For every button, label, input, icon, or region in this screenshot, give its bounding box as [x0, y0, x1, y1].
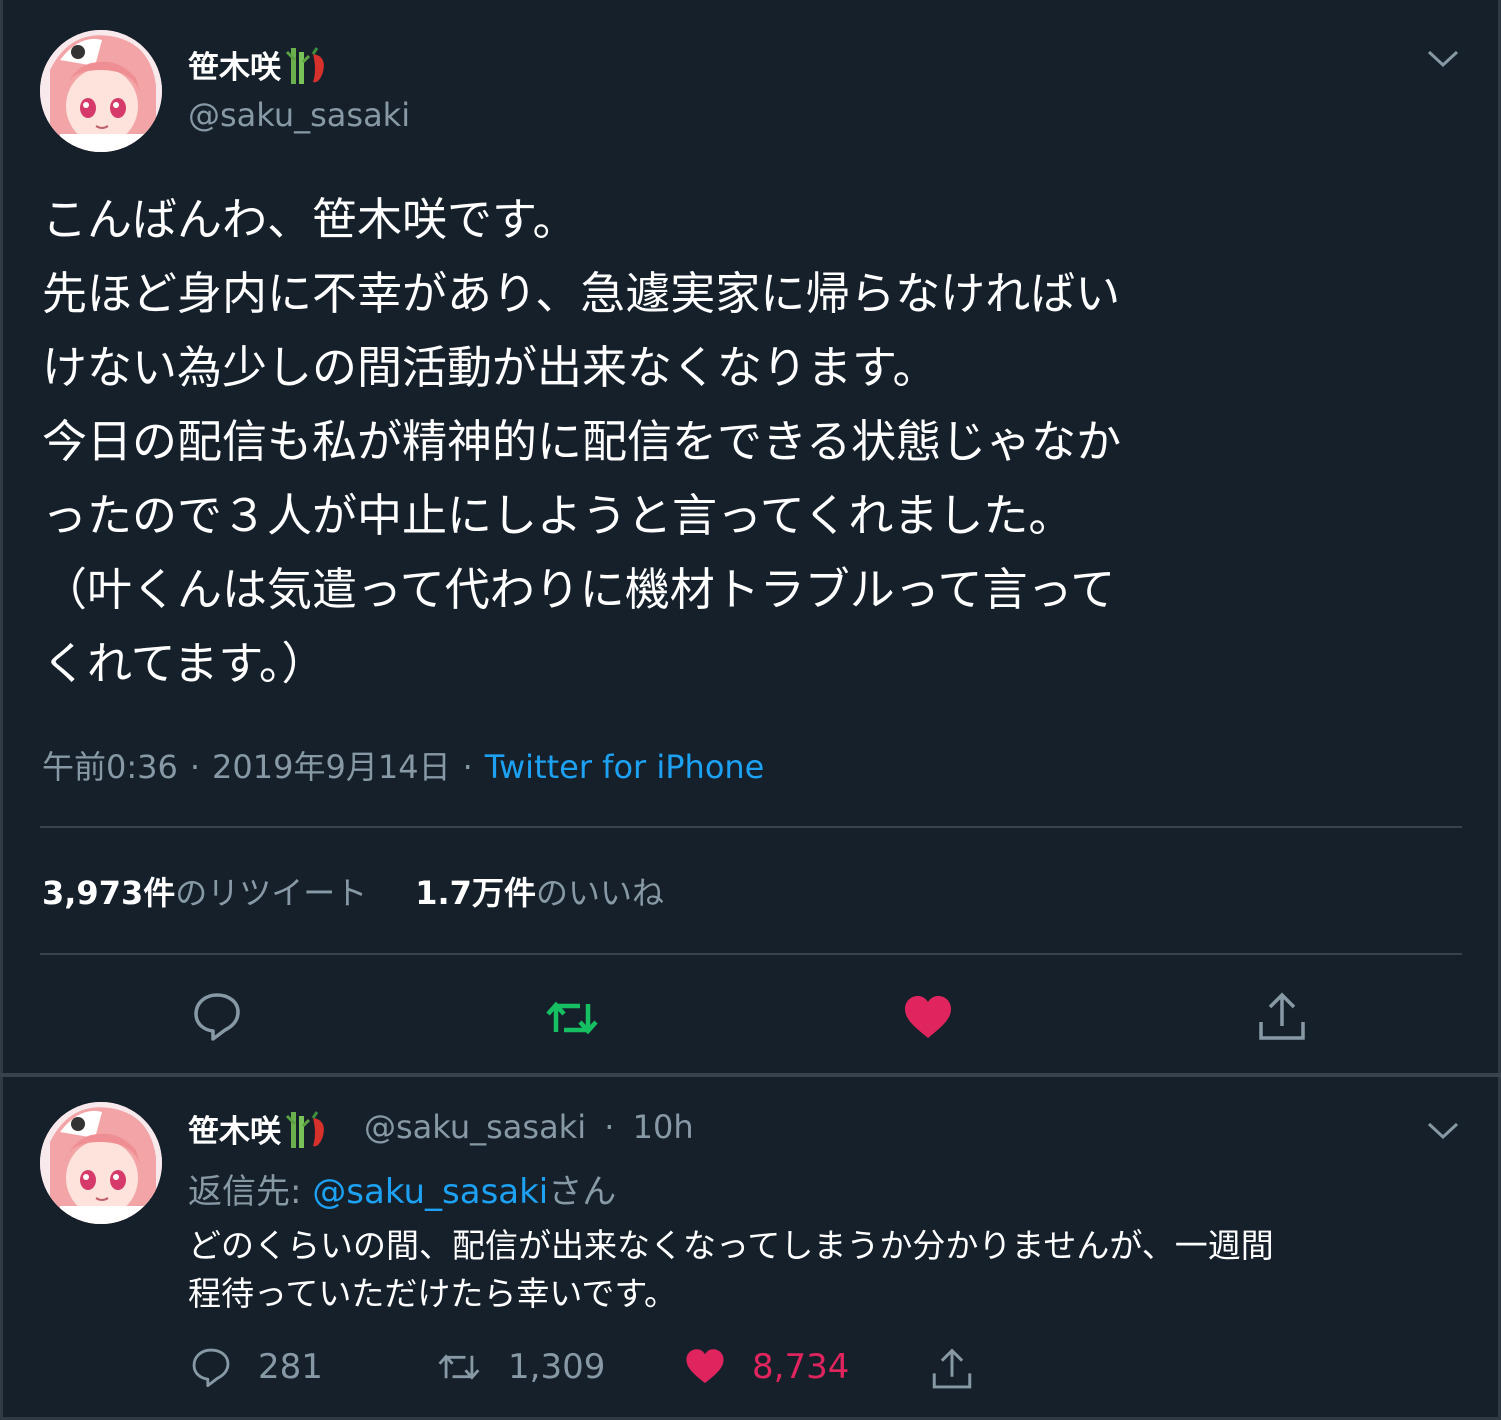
- reply-to-label: 返信先:: [188, 1172, 302, 1212]
- tweet-meta: 午前0:36 · 2019年9月14日 · Twitter for iPhone: [42, 748, 765, 786]
- share-icon[interactable]: [930, 1348, 974, 1392]
- bamboo-chili-emoji-icon: [285, 1110, 329, 1158]
- reply-icon: [192, 1348, 230, 1387]
- tweet-text-line: 先ほど身内に不幸があり、急遽実家に帰らなければい: [42, 267, 1121, 320]
- reply-action[interactable]: 281: [190, 1346, 323, 1388]
- bamboo-chili-emoji-icon: [285, 46, 329, 94]
- avatar[interactable]: [40, 1102, 162, 1224]
- divider: [40, 953, 1462, 955]
- tweet-time[interactable]: 10h: [633, 1108, 694, 1146]
- display-name-text[interactable]: 笹木咲: [188, 50, 281, 86]
- reply-text: どのくらいの間、配信が出来なくなってしまうか分かりませんが、一週間 程待っていた…: [188, 1222, 1468, 1318]
- tweet-time[interactable]: 午前0:36: [42, 748, 178, 786]
- retweet-count: 1,309: [508, 1347, 606, 1387]
- reply-count: 281: [258, 1347, 323, 1387]
- heart-icon[interactable]: [902, 992, 954, 1044]
- like-action[interactable]: 8,734: [684, 1346, 849, 1388]
- reply-to-line: 返信先: @saku_sasakiさん: [188, 1164, 616, 1213]
- reply-text-line: どのくらいの間、配信が出来なくなってしまうか分かりませんが、一週間: [188, 1226, 1274, 1265]
- frame-border-left: [0, 0, 3, 1420]
- retweet-action[interactable]: 1,309: [436, 1346, 605, 1388]
- reply-header-meta: @saku_sasaki · 10h: [364, 1108, 694, 1146]
- reply-to-suffix: さん: [548, 1172, 617, 1212]
- retweet-icon[interactable]: [546, 992, 598, 1044]
- share-icon[interactable]: [1256, 992, 1308, 1044]
- avatar[interactable]: [40, 30, 162, 152]
- likes-stat[interactable]: 1.7万件のいいね: [415, 874, 664, 912]
- separator-dot: ·: [604, 1108, 615, 1146]
- handle[interactable]: @saku_sasaki: [188, 96, 410, 134]
- heart-icon: [686, 1349, 724, 1384]
- reply-icon[interactable]: [191, 990, 243, 1042]
- divider: [40, 826, 1462, 828]
- tweet-stats: 3,973件のリツイート 1.7万件のいいね: [42, 868, 664, 914]
- reply-text-line: 程待っていただけたら幸いです。: [188, 1274, 678, 1313]
- chevron-down-icon[interactable]: [1425, 46, 1461, 70]
- retweet-icon: [438, 1354, 480, 1380]
- tweet-separator: [0, 1073, 1501, 1077]
- display-name[interactable]: 笹木咲: [188, 42, 329, 94]
- reply-to-mention[interactable]: @saku_sasaki: [312, 1172, 548, 1212]
- tweet-text-line: 今日の配信も私が精神的に配信をできる状態じゃなか: [42, 415, 1122, 468]
- tweet-text-line: （叶くんは気遣って代わりに機材トラブルって言って: [42, 563, 1116, 616]
- like-count: 8,734: [752, 1347, 850, 1387]
- retweets-stat[interactable]: 3,973件のリツイート: [42, 874, 367, 912]
- tweet-source-link[interactable]: Twitter for iPhone: [485, 748, 765, 786]
- tweet-date[interactable]: 2019年9月14日: [212, 748, 451, 786]
- tweet-text-line: ったので３人が中止にしようと言ってくれました。: [42, 489, 1074, 542]
- tweet-text-line: けない為少しの間活動が出来なくなります。: [42, 341, 938, 394]
- tweet-text-line: くれてます。）: [42, 637, 327, 690]
- display-name[interactable]: 笹木咲: [188, 1106, 329, 1158]
- tweet-text: こんばんわ、笹木咲です。 先ほど身内に不幸があり、急遽実家に帰らなければい けな…: [42, 183, 1462, 701]
- chevron-down-icon[interactable]: [1425, 1118, 1461, 1142]
- tweet-text-line: こんばんわ、笹木咲です。: [42, 193, 578, 246]
- handle[interactable]: @saku_sasaki: [364, 1108, 586, 1146]
- display-name-text[interactable]: 笹木咲: [188, 1114, 281, 1150]
